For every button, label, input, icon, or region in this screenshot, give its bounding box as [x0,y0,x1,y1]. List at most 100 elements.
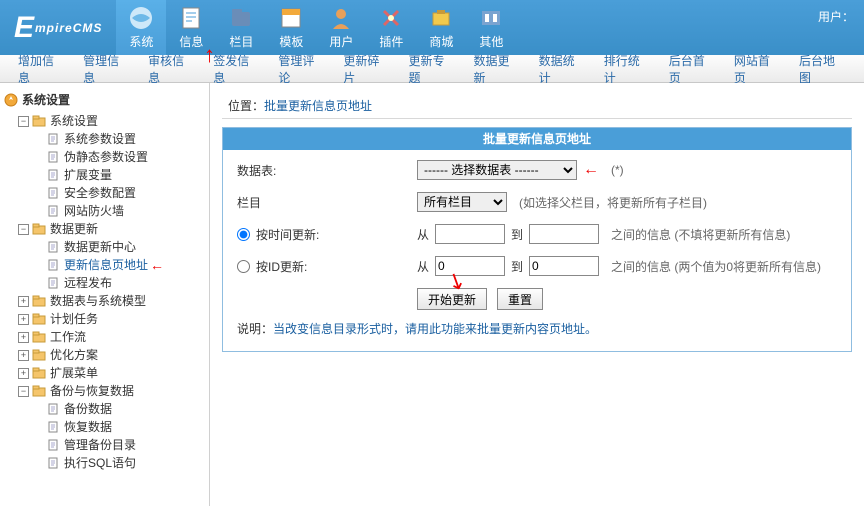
nav-item-2[interactable]: 栏目 [216,0,266,55]
id-hint: 之间的信息 (两个值为0将更新所有信息) [611,258,821,275]
folder-icon [32,295,46,307]
label-by-id: 按ID更新: [256,258,307,275]
expand-icon[interactable]: + [18,296,29,307]
submenu-item-0[interactable]: 增加信息 [18,52,59,86]
page-icon [46,169,60,181]
nav-item-5[interactable]: 插件 [366,0,416,55]
tree-node[interactable]: +数据表与系统模型 [18,292,205,310]
tree-leaf[interactable]: 扩展变量 [32,166,205,184]
tree-node[interactable]: −备份与恢复数据 [18,382,205,400]
nav-icon [228,5,254,31]
submenu-item-9[interactable]: 排行统计 [604,52,645,86]
nav-label: 系统 [129,33,153,50]
tree-leaf[interactable]: 伪静态参数设置 [32,148,205,166]
tree-leaf[interactable]: 系统参数设置 [32,130,205,148]
label-by-time: 按时间更新: [256,226,319,243]
nav-item-0[interactable]: 系统 [116,0,166,55]
breadcrumb: 位置：批量更新信息页地址 [222,93,852,119]
submenu-item-10[interactable]: 后台首页 [669,52,710,86]
nav-label: 插件 [379,33,403,50]
nav-label: 用户 [329,33,353,50]
folder-icon [32,115,46,127]
page-icon [46,403,60,415]
page-icon [46,133,60,145]
nav-icon [128,5,154,31]
nav-item-1[interactable]: 信息 [166,0,216,55]
tree-node-label: 数据更新 [50,220,98,238]
reset-button[interactable]: 重置 [497,288,543,310]
expand-icon[interactable]: + [18,350,29,361]
page-icon [46,151,60,163]
tree-leaf-label: 扩展变量 [64,166,112,184]
expand-icon[interactable]: + [18,314,29,325]
select-column[interactable]: 所有栏目 [417,192,507,212]
form-note: 说明：当改变信息目录形式时，请用此功能来批量更新内容页地址。 [237,320,837,337]
tree-leaf[interactable]: 管理备份目录 [32,436,205,454]
tree-node[interactable]: +工作流 [18,328,205,346]
nav-label: 商城 [429,33,453,50]
page-icon [46,187,60,199]
collapse-icon[interactable]: − [18,116,29,127]
nav-item-3[interactable]: 模板 [266,0,316,55]
select-data-table[interactable]: ------ 选择数据表 ------ [417,160,577,180]
submenu-item-2[interactable]: 审核信息 [148,52,189,86]
expand-icon[interactable]: + [18,332,29,343]
input-id-from[interactable] [435,256,505,276]
expand-icon[interactable]: + [18,368,29,379]
submenu-item-12[interactable]: 后台地图 [799,52,840,86]
tree-leaf-label: 执行SQL语句 [64,454,136,472]
nav-icon [178,5,204,31]
tree-leaf[interactable]: 网站防火墙 [32,202,205,220]
nav-icon [428,5,454,31]
main-nav: 系统信息栏目模板 用户 插件 商城 其他 [116,0,516,55]
submit-button[interactable]: 开始更新 [417,288,487,310]
nav-item-4[interactable]: 用户 [316,0,366,55]
tree-node[interactable]: +扩展菜单 [18,364,205,382]
nav-label: 模板 [279,33,303,50]
radio-by-id[interactable] [237,260,250,273]
radio-by-time[interactable] [237,228,250,241]
nav-item-6[interactable]: 商城 [416,0,466,55]
tree-leaf[interactable]: 更新信息页地址← [32,256,205,274]
tree-leaf-label: 伪静态参数设置 [64,148,148,166]
tree-leaf[interactable]: 恢复数据 [32,418,205,436]
nav-label: 其他 [479,33,503,50]
sub-menu: 增加信息管理信息审核信息签发信息管理评论更新碎片更新专题数据更新数据统计排行统计… [0,55,864,83]
collapse-icon[interactable]: − [18,224,29,235]
page-icon [46,457,60,469]
logo: EmpireCMS [0,0,116,55]
nav-item-7[interactable]: 其他 [466,0,516,55]
page-icon [46,205,60,217]
collapse-icon[interactable]: − [18,386,29,397]
submenu-item-8[interactable]: 数据统计 [539,52,580,86]
submenu-item-11[interactable]: 网站首页 [734,52,775,86]
breadcrumb-link[interactable]: 批量更新信息页地址 [264,99,372,113]
submenu-item-1[interactable]: 管理信息 [83,52,124,86]
folder-icon [32,385,46,397]
input-time-to[interactable] [529,224,599,244]
page-icon [46,439,60,451]
sidebar: 系统设置 −系统设置系统参数设置伪静态参数设置扩展变量安全参数配置网站防火墙−数… [0,83,210,506]
tree-leaf[interactable]: 备份数据 [32,400,205,418]
input-id-to[interactable] [529,256,599,276]
submenu-item-3[interactable]: 签发信息 [213,52,254,86]
tree-node[interactable]: −系统设置 [18,112,205,130]
tree-node[interactable]: +计划任务 [18,310,205,328]
tree-node[interactable]: − 数据更新 [18,220,205,238]
submenu-item-4[interactable]: 管理评论 [278,52,319,86]
submenu-item-6[interactable]: 更新专题 [408,52,449,86]
tree-leaf[interactable]: 安全参数配置 [32,184,205,202]
tree-leaf[interactable]: 数据更新中心 [32,238,205,256]
tree-leaf[interactable]: 执行SQL语句 [32,454,205,472]
tree-node[interactable]: +优化方案 [18,346,205,364]
submenu-item-7[interactable]: 数据更新 [474,52,515,86]
user-label: 用户： [818,0,864,25]
form-panel: 批量更新信息页地址 数据表: ------ 选择数据表 ------ ← (*)… [222,127,852,352]
folder-icon [32,313,46,325]
submenu-item-5[interactable]: 更新碎片 [343,52,384,86]
input-time-from[interactable] [435,224,505,244]
time-hint: 之间的信息 (不填将更新所有信息) [611,226,790,243]
content-area: 位置：批量更新信息页地址 批量更新信息页地址 数据表: ------ 选择数据表… [210,83,864,506]
sidebar-tree: −系统设置系统参数设置伪静态参数设置扩展变量安全参数配置网站防火墙−数据更新数据… [4,112,205,472]
tree-leaf[interactable]: 远程发布 [32,274,205,292]
